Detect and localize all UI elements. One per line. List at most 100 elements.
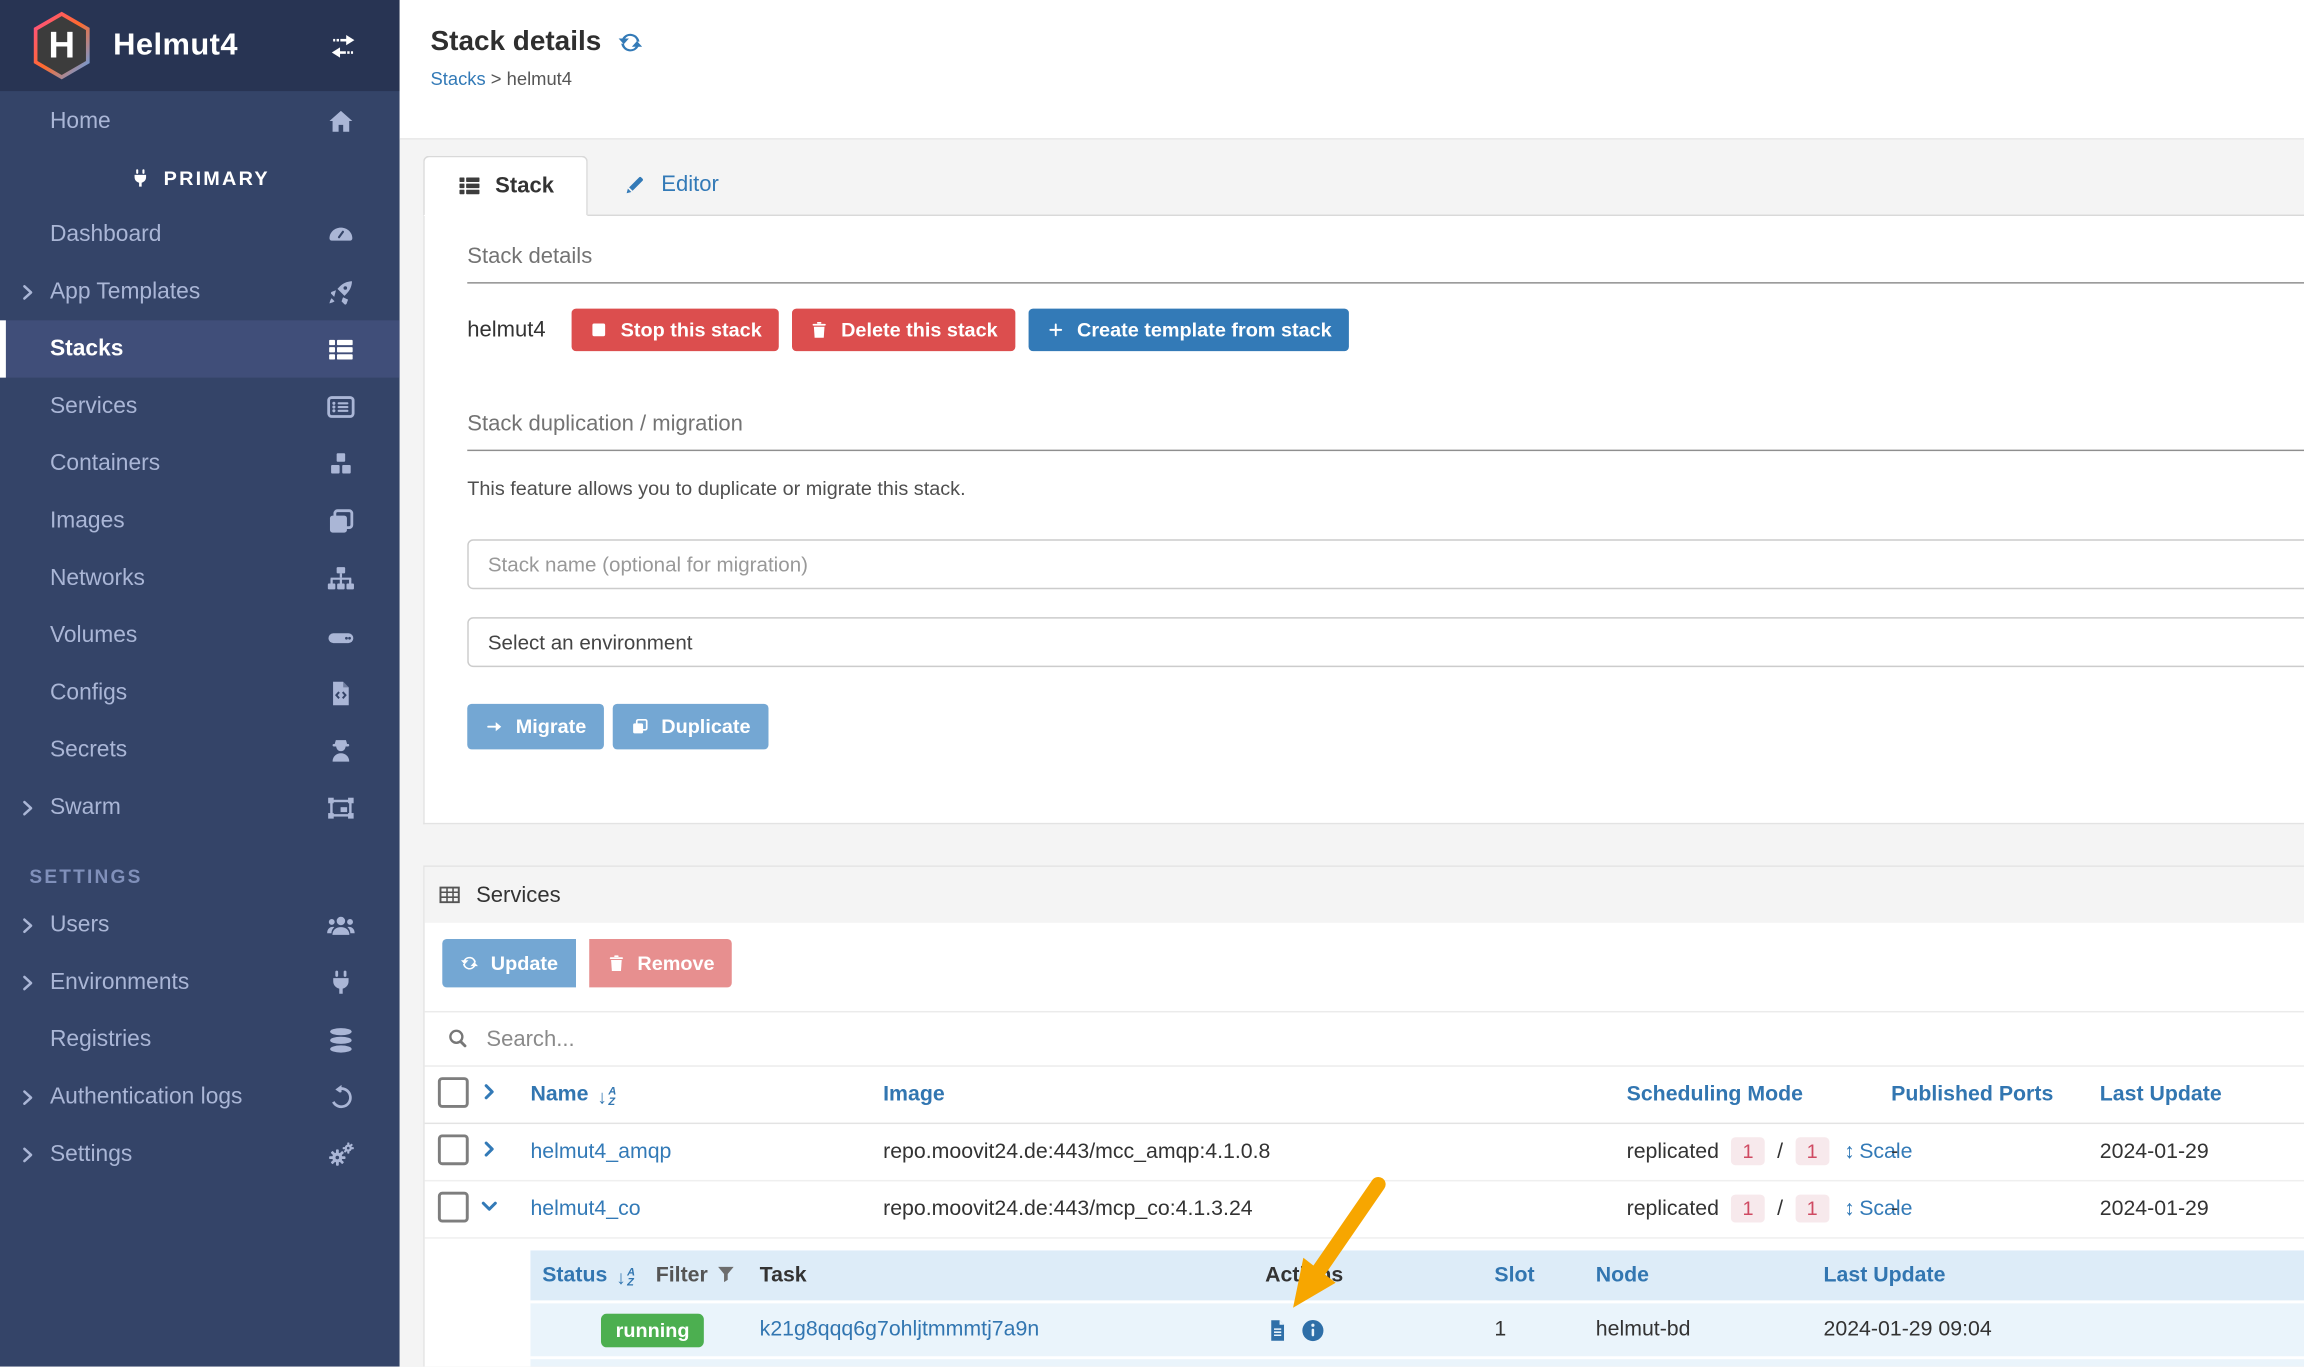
task-info-icon[interactable] — [1300, 1317, 1325, 1342]
sidebar-item-label: Configs — [50, 680, 127, 706]
images-icon — [326, 506, 355, 535]
column-header-last-update[interactable]: Last Update — [2100, 1083, 2304, 1107]
task-id-link[interactable]: k21g8qqq6g7ohljtmmmtj7a9n — [760, 1318, 1040, 1342]
refresh-icon[interactable] — [617, 29, 643, 55]
pencil-icon — [623, 172, 648, 197]
stack-details-card: Stack details helmut4 Stop this stack De… — [423, 216, 2304, 824]
sidebar-item-label: Users — [50, 912, 109, 938]
clone-icon — [630, 717, 649, 736]
row-checkbox[interactable] — [438, 1191, 469, 1222]
sidebar-item-configs[interactable]: Configs — [0, 664, 400, 721]
filter-label[interactable]: Filter — [656, 1263, 708, 1287]
stop-stack-button[interactable]: Stop this stack — [572, 309, 779, 352]
dashboard-icon — [326, 220, 355, 249]
environment-select[interactable]: Select an environment — [467, 617, 2304, 667]
sidebar-item-stacks[interactable]: Stacks — [0, 320, 400, 377]
column-header-scheduling-mode[interactable]: Scheduling Mode — [1615, 1083, 1891, 1107]
sidebar-item-label: Dashboard — [50, 221, 161, 247]
funnel-icon — [715, 1263, 736, 1284]
chevron-right-icon — [478, 1137, 502, 1161]
duplication-heading: Stack duplication / migration — [467, 384, 2304, 452]
app-title: Helmut4 — [113, 28, 238, 63]
status-sort-link[interactable]: Status — [542, 1263, 607, 1287]
sidebar-item-environments[interactable]: Environments — [0, 954, 400, 1011]
breadcrumb: Stacks > helmut4 — [431, 69, 2304, 90]
sidebar-item-dashboard[interactable]: Dashboard — [0, 206, 400, 263]
sidebar-item-users[interactable]: Users — [0, 896, 400, 953]
sidebar-item-label: Settings — [50, 1141, 132, 1167]
column-header-name[interactable]: Name↓AZ — [519, 1083, 872, 1107]
select-all-checkbox[interactable] — [438, 1076, 469, 1107]
task-last-update: 2024-01-29 09:04 — [1812, 1318, 2304, 1342]
services-table-header: Name↓AZImageScheduling ModePublished Por… — [425, 1067, 2304, 1124]
networks-icon — [326, 564, 355, 593]
column-header-image[interactable]: Image — [871, 1083, 1615, 1107]
services-title: Services — [476, 882, 561, 907]
remove-button[interactable]: Remove — [589, 939, 732, 987]
delete-stack-button[interactable]: Delete this stack — [793, 309, 1016, 352]
column-header-published-ports[interactable]: Published Ports — [1891, 1083, 2100, 1107]
sidebar-item-app-templates[interactable]: App Templates — [0, 263, 400, 320]
task-slot: 1 — [1483, 1318, 1584, 1342]
sidebar-nav: HomePRIMARYDashboardApp TemplatesStacksS… — [0, 93, 400, 1183]
services-table: Name↓AZImageScheduling ModePublished Por… — [425, 1067, 2304, 1367]
task-node: helmut-bd — [1584, 1318, 1812, 1342]
stack-details-heading: Stack details — [467, 216, 2304, 284]
published-ports-cell: - — [1891, 1140, 2100, 1164]
scheduling-mode-cell: replicated 1 / 1↕Scale — [1615, 1140, 1891, 1164]
service-image: repo.moovit24.de:443/mcp_co:4.1.3.24 — [871, 1198, 1615, 1222]
scale-icon: ↕ — [1844, 1140, 1855, 1164]
task-log-icon[interactable] — [1265, 1317, 1290, 1342]
sidebar-item-registries[interactable]: Registries — [0, 1011, 400, 1068]
duplicate-button[interactable]: Duplicate — [613, 704, 768, 750]
create-template-button[interactable]: Create template from stack — [1029, 309, 1350, 352]
sidebar-section-settings: SETTINGS — [0, 857, 400, 897]
search-input[interactable] — [483, 1025, 1371, 1053]
chevron-down-icon — [478, 1195, 502, 1219]
service-name-link[interactable]: helmut4_amqp — [530, 1140, 671, 1164]
stack-name-input[interactable] — [467, 539, 2304, 589]
chevron-right-icon — [19, 283, 37, 301]
breadcrumb-stacks-link[interactable]: Stacks — [431, 69, 486, 90]
column-header-slot[interactable]: Slot — [1483, 1264, 1584, 1288]
sidebar-section-primary: PRIMARY — [0, 151, 400, 205]
scheduling-mode: replicated — [1627, 1198, 1725, 1222]
chevron-right-icon — [19, 1088, 37, 1106]
sidebar-item-label: Authentication logs — [50, 1084, 242, 1110]
tab-editor[interactable]: Editor — [588, 154, 754, 214]
logo-letter: H — [29, 10, 94, 81]
sidebar-item-authentication-logs[interactable]: Authentication logs — [0, 1068, 400, 1125]
collapse-sidebar-icon[interactable] — [328, 31, 359, 62]
stack-name: helmut4 — [467, 317, 545, 342]
search-icon — [447, 1027, 471, 1051]
chevron-right-icon — [478, 1080, 502, 1104]
sidebar-item-volumes[interactable]: Volumes — [0, 607, 400, 664]
tab-stack[interactable]: Stack — [423, 156, 588, 216]
task-status-badge: running — [601, 1313, 704, 1347]
tab-editor-label: Editor — [661, 172, 719, 197]
sidebar-item-home[interactable]: Home — [0, 93, 400, 152]
migrate-button[interactable]: Migrate — [467, 704, 604, 750]
column-header-node[interactable]: Node — [1584, 1264, 1812, 1288]
sidebar-header: H Helmut4 — [0, 0, 400, 91]
sidebar-item-services[interactable]: Services — [0, 378, 400, 435]
stop-stack-label: Stop this stack — [621, 319, 762, 341]
replica-target-badge: 1 — [1795, 1137, 1830, 1165]
row-checkbox[interactable] — [438, 1134, 469, 1165]
sidebar-item-networks[interactable]: Networks — [0, 550, 400, 607]
update-button[interactable]: Update — [442, 939, 575, 987]
refresh-icon — [460, 954, 479, 973]
column-header-last-update[interactable]: Last Update — [1812, 1264, 2304, 1288]
service-name-link[interactable]: helmut4_co — [530, 1198, 640, 1222]
app-root: H Helmut4 HomePRIMARY Dashboard App Templa… — [0, 0, 2304, 1367]
chevron-right-icon — [19, 916, 37, 934]
sidebar-item-settings[interactable]: Settings — [0, 1126, 400, 1183]
sidebar-item-secrets[interactable]: Secrets — [0, 721, 400, 778]
registries-icon — [326, 1025, 355, 1054]
sidebar-item-images[interactable]: Images — [0, 492, 400, 549]
trash-icon — [810, 320, 829, 339]
replica-count-badge: 1 — [1731, 1195, 1766, 1223]
sidebar-item-containers[interactable]: Containers — [0, 435, 400, 492]
sidebar-item-swarm[interactable]: Swarm — [0, 779, 400, 836]
scheduling-mode-cell: replicated 1 / 1↕Scale — [1615, 1198, 1891, 1222]
